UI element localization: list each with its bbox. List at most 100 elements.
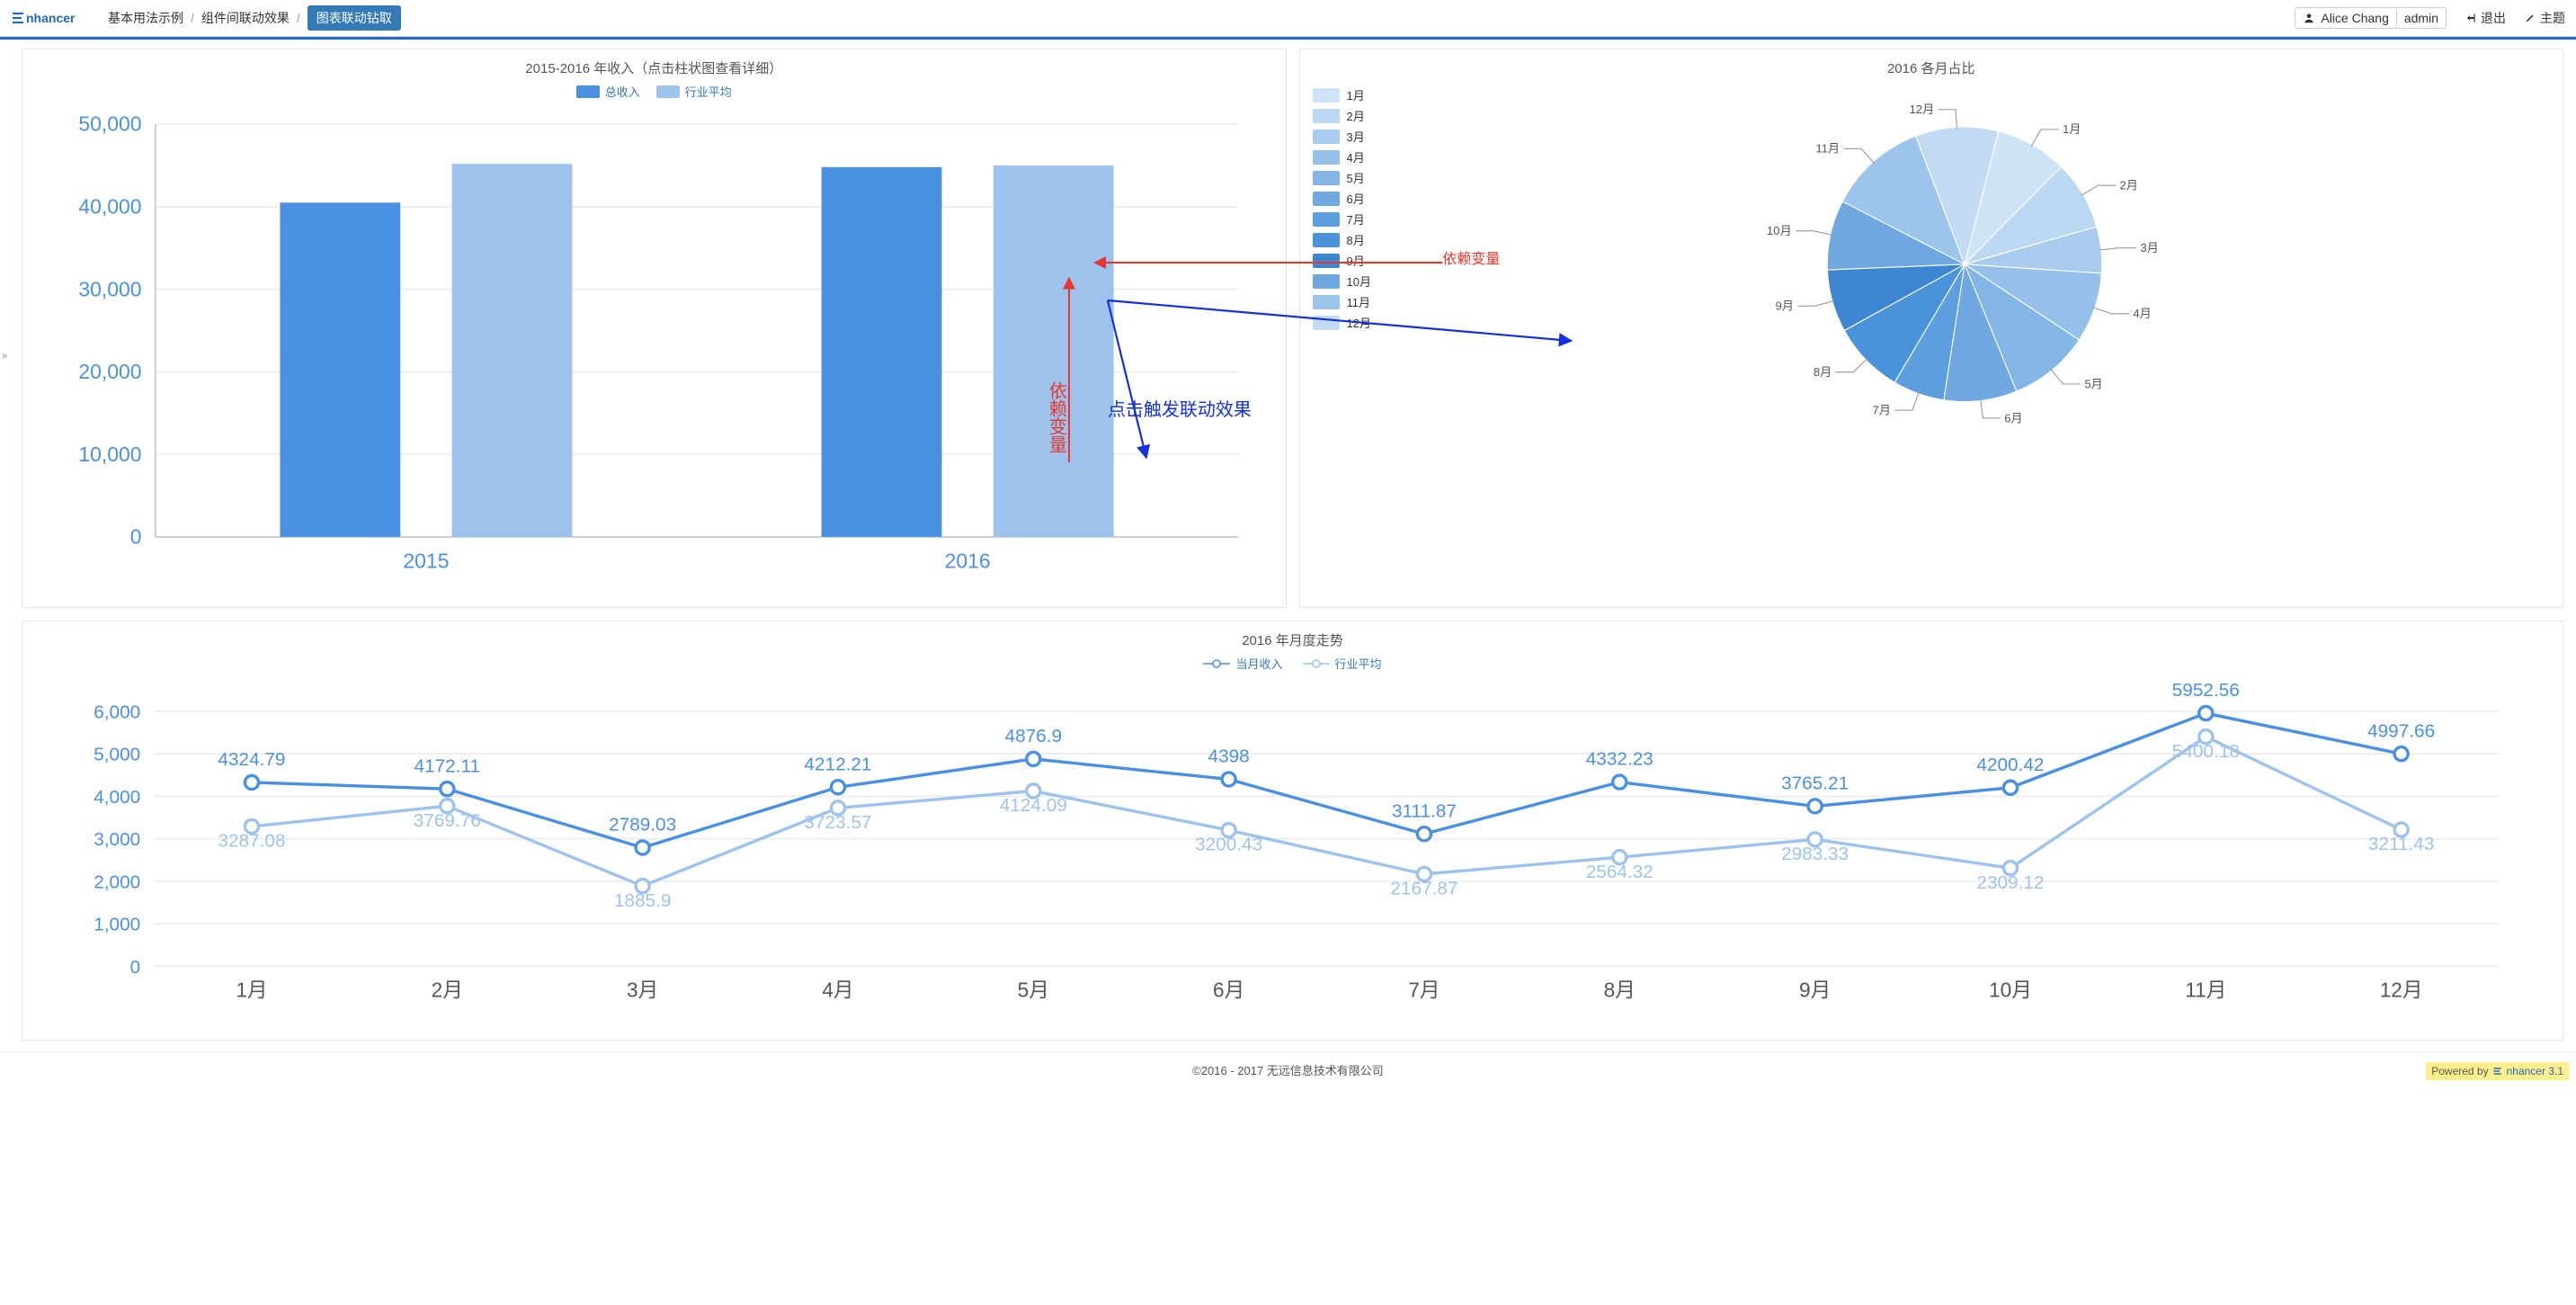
svg-text:0: 0: [130, 957, 141, 978]
svg-text:2015: 2015: [403, 549, 449, 572]
svg-text:8月: 8月: [1604, 979, 1636, 1002]
svg-text:5月: 5月: [1018, 979, 1049, 1002]
legend-label: 行业平均: [685, 83, 732, 100]
legend-swatch: [1313, 88, 1340, 103]
enhancer-icon: [2492, 1066, 2503, 1077]
svg-text:6月: 6月: [1213, 979, 1244, 1002]
svg-text:2564.32: 2564.32: [1586, 862, 1653, 882]
breadcrumb-active[interactable]: 图表联动钻取: [308, 5, 401, 31]
breadcrumb-root[interactable]: 基本用法示例: [108, 9, 183, 27]
svg-text:11月: 11月: [2185, 979, 2226, 1002]
pie-legend-item[interactable]: 10月: [1313, 273, 1371, 290]
svg-text:2983.33: 2983.33: [1781, 844, 1849, 864]
pie-legend-item[interactable]: 2月: [1313, 107, 1371, 124]
svg-text:5952.56: 5952.56: [2172, 680, 2240, 701]
svg-text:4212.21: 4212.21: [804, 755, 871, 775]
topbar-right: Alice Chang admin 退出 主题: [2295, 7, 2565, 29]
pie-legend-item[interactable]: 8月: [1313, 231, 1371, 248]
footer-text: ©2016 - 2017 无远信息技术有限公司: [1192, 1064, 1384, 1077]
legend-label: 6月: [1347, 190, 1365, 207]
svg-text:3200.43: 3200.43: [1195, 835, 1262, 855]
legend-swatch: [1313, 109, 1340, 123]
svg-text:10月: 10月: [1989, 979, 2032, 1002]
powered-by-badge[interactable]: Powered by nhancer 3.1: [2426, 1062, 2569, 1080]
pie-legend-item[interactable]: 1月: [1313, 86, 1371, 103]
powered-prefix: Powered by: [2431, 1065, 2488, 1077]
svg-text:1月: 1月: [2063, 122, 2081, 136]
svg-text:7月: 7月: [1408, 979, 1440, 1002]
svg-text:3211.43: 3211.43: [2368, 835, 2435, 855]
theme-label: 主题: [2540, 9, 2565, 27]
svg-text:3月: 3月: [2141, 241, 2159, 255]
svg-text:5月: 5月: [2085, 377, 2103, 390]
legend-label: 行业平均: [1335, 655, 1382, 672]
bar-legend-item[interactable]: 总收入: [576, 83, 640, 100]
bar-chart[interactable]: 010,00020,00030,00040,00050,00020152016: [35, 107, 1273, 588]
pie-chart[interactable]: 1月2月3月4月5月6月7月8月9月10月11月12月: [1749, 83, 2180, 436]
svg-text:4月: 4月: [2134, 307, 2152, 320]
user-box[interactable]: Alice Chang admin: [2295, 7, 2447, 29]
breadcrumb-mid[interactable]: 组件间联动效果: [201, 9, 290, 27]
breadcrumb-sep: /: [297, 11, 300, 25]
legend-swatch: [1313, 212, 1340, 227]
pie-chart-title: 2016 各月占比: [1313, 58, 2551, 77]
pie-legend-item[interactable]: 4月: [1313, 148, 1371, 165]
svg-text:2016: 2016: [945, 549, 991, 572]
svg-text:12月: 12月: [2380, 979, 2423, 1002]
svg-text:6月: 6月: [2005, 411, 2023, 425]
svg-text:4332.23: 4332.23: [1586, 749, 1653, 770]
pie-legend-item[interactable]: 12月: [1313, 314, 1371, 331]
legend-swatch: [1313, 171, 1340, 185]
pie-chart-panel: 2016 各月占比 1月 2月 3月 4月 5月 6月 7月 8月 9月 10月 11月 12月 1月…: [1299, 49, 2564, 608]
legend-swatch: [1313, 316, 1340, 330]
logout-icon: [2465, 12, 2477, 24]
line-legend-item[interactable]: 行业平均: [1303, 655, 1382, 672]
svg-text:4876.9: 4876.9: [1005, 726, 1063, 746]
svg-text:4324.79: 4324.79: [218, 749, 285, 770]
line-chart-panel: 2016 年月度走势 当月收入 行业平均 01,0002,0003,0004,0…: [22, 621, 2563, 1041]
line-legend-item[interactable]: 当月收入: [1203, 655, 1282, 672]
pie-legend-item[interactable]: 5月: [1313, 169, 1371, 186]
pie-legend-item[interactable]: 11月: [1313, 293, 1371, 310]
svg-text:4200.42: 4200.42: [1976, 755, 2044, 775]
legend-swatch: [1313, 130, 1340, 144]
svg-text:11月: 11月: [1816, 142, 1841, 156]
legend-swatch: [656, 85, 680, 98]
svg-text:3,000: 3,000: [94, 829, 140, 850]
svg-text:4172.11: 4172.11: [414, 756, 481, 777]
svg-text:1月: 1月: [236, 979, 267, 1002]
svg-text:4月: 4月: [822, 979, 853, 1002]
legend-swatch: [1313, 233, 1340, 247]
pie-legend-item[interactable]: 3月: [1313, 128, 1371, 145]
legend-swatch: [1313, 150, 1340, 165]
svg-text:5,000: 5,000: [94, 745, 140, 765]
svg-text:8月: 8月: [1814, 365, 1832, 379]
pie-legend-item[interactable]: 9月: [1313, 252, 1371, 269]
svg-text:2167.87: 2167.87: [1390, 879, 1457, 899]
brush-icon: [2524, 12, 2536, 24]
legend-swatch: [1313, 254, 1340, 268]
logout-link[interactable]: 退出: [2465, 9, 2506, 27]
svg-text:2月: 2月: [2120, 179, 2138, 192]
svg-text:10月: 10月: [1768, 224, 1793, 237]
legend-label: 3月: [1347, 128, 1365, 145]
svg-text:3月: 3月: [627, 979, 658, 1002]
logout-label: 退出: [2481, 9, 2506, 27]
svg-text:2,000: 2,000: [94, 872, 140, 893]
legend-label: 1月: [1347, 86, 1365, 103]
svg-text:4398: 4398: [1208, 746, 1250, 767]
legend-label: 9月: [1347, 252, 1365, 269]
line-chart[interactable]: 01,0002,0003,0004,0005,0006,0001月2月3月4月5…: [35, 677, 2550, 1017]
svg-text:20,000: 20,000: [78, 360, 141, 383]
svg-text:4,000: 4,000: [94, 787, 140, 808]
legend-label: 2月: [1347, 107, 1365, 124]
svg-text:50,000: 50,000: [78, 112, 141, 136]
svg-text:7月: 7月: [1873, 403, 1891, 416]
legend-label: 12月: [1347, 314, 1371, 331]
brand-logo[interactable]: nhancer: [11, 9, 92, 27]
breadcrumb-sep: /: [191, 11, 194, 25]
theme-link[interactable]: 主题: [2524, 9, 2565, 27]
pie-legend-item[interactable]: 7月: [1313, 210, 1371, 228]
bar-legend-item[interactable]: 行业平均: [656, 83, 732, 100]
pie-legend-item[interactable]: 6月: [1313, 190, 1371, 207]
